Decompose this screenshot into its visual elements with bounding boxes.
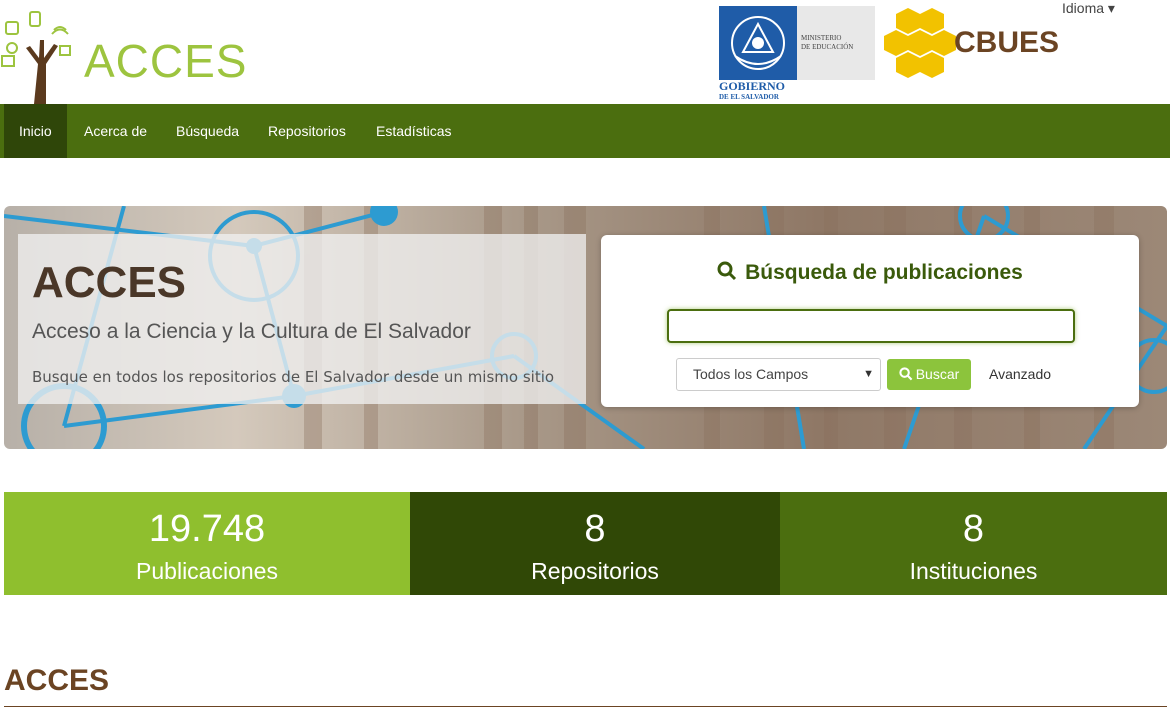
logo-text: ACCES: [84, 35, 248, 87]
nav-item-repositorios[interactable]: Repositorios: [253, 104, 361, 158]
caret-down-icon: ▼: [863, 368, 874, 380]
section-divider: [4, 706, 1167, 707]
search-icon: [717, 261, 737, 281]
select-value: Todos los Campos: [693, 366, 809, 382]
search-icon: [899, 367, 913, 381]
main-nav: Inicio Acerca de Búsqueda Repositorios E…: [0, 104, 1170, 158]
hero-subtitle: Acceso a la Ciencia y la Cultura de El S…: [32, 320, 471, 343]
stat-label: Repositorios: [531, 558, 659, 584]
hero-banner: ACCES Acceso a la Ciencia y la Cultura d…: [4, 206, 1167, 449]
nav-item-estadisticas[interactable]: Estadísticas: [361, 104, 466, 158]
gobierno-logo[interactable]: MINISTERIO DE EDUCACIÓN GOBIERNO DE EL S…: [719, 6, 875, 102]
nav-item-inicio[interactable]: Inicio: [4, 104, 67, 158]
nav-item-acerca-de[interactable]: Acerca de: [69, 104, 162, 158]
stat-number: 8: [962, 508, 985, 550]
honeycomb-icon: [884, 8, 956, 78]
advanced-search-link[interactable]: Avanzado: [989, 359, 1051, 390]
stat-number: 8: [584, 508, 606, 550]
language-dropdown[interactable]: Idioma ▾: [1062, 0, 1115, 17]
tree-logo-icon: [1, 11, 71, 104]
hero-description: Busque en todos los repositorios de El S…: [32, 368, 555, 386]
stat-label: Publicaciones: [136, 558, 278, 584]
gobierno-emblem: [719, 6, 797, 80]
search-field-select[interactable]: Todos los Campos ▼: [676, 358, 881, 391]
search-panel: Búsqueda de publicaciones Todos los Camp…: [601, 235, 1139, 407]
acces-logo[interactable]: ACCES: [0, 6, 246, 106]
search-title-text: Búsqueda de publicaciones: [745, 261, 1023, 284]
ministerio-label: MINISTERIO: [801, 34, 842, 42]
cbues-logo[interactable]: CBUES: [884, 6, 1074, 80]
search-input[interactable]: [667, 309, 1075, 343]
section-title: ACCES: [4, 664, 110, 697]
hero-title: ACCES: [32, 258, 187, 307]
educacion-label: DE EDUCACIÓN: [801, 43, 854, 51]
salvador-label: DE EL SALVADOR: [719, 93, 779, 101]
gobierno-label: GOBIERNO: [719, 79, 786, 93]
gobierno-text: GOBIERNO DE EL SALVADOR: [719, 79, 786, 103]
ministerio-text: MINISTERIO DE EDUCACIÓN: [801, 34, 853, 52]
stat-instituciones[interactable]: 8 Instituciones: [780, 492, 1167, 595]
national-seal-icon: [731, 16, 785, 70]
stat-number: 19.748: [148, 508, 266, 550]
site-header: ACCES MINISTERIO DE EDUCACIÓN GOBIERNO D…: [0, 0, 1170, 104]
buscar-label: Buscar: [915, 366, 960, 382]
stat-publicaciones[interactable]: 19.748 Publicaciones: [4, 492, 410, 595]
stat-label: Instituciones: [909, 558, 1038, 584]
stat-repositorios[interactable]: 8 Repositorios: [410, 492, 780, 595]
search-panel-title: Búsqueda de publicaciones: [601, 261, 1139, 285]
hero-intro-panel: ACCES Acceso a la Ciencia y la Cultura d…: [18, 234, 586, 404]
cbues-text: CBUES: [954, 26, 1060, 59]
nav-item-busqueda[interactable]: Búsqueda: [161, 104, 254, 158]
buscar-button[interactable]: Buscar: [887, 359, 971, 390]
